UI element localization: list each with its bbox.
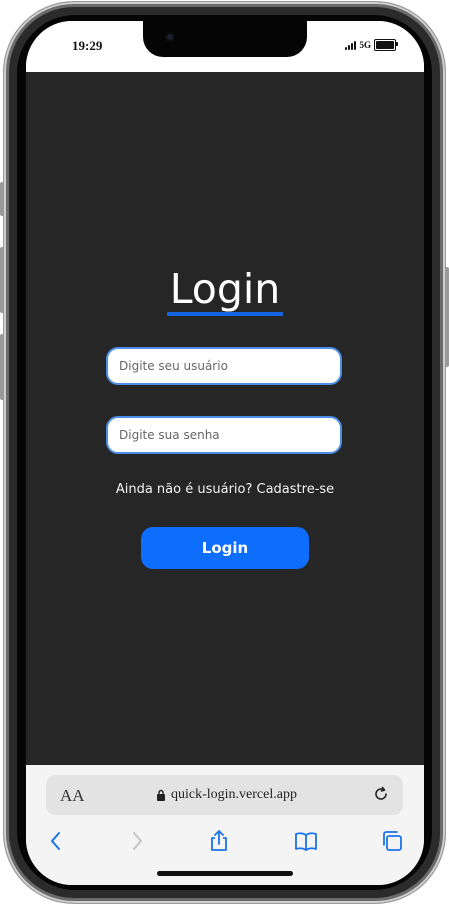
- username-input[interactable]: [106, 347, 342, 385]
- status-indicators: 5G: [345, 39, 398, 51]
- title-underline: [167, 312, 283, 316]
- volume-down-button: [0, 334, 4, 400]
- signal-icon: [345, 40, 357, 50]
- home-indicator: [157, 871, 293, 876]
- password-input[interactable]: [106, 416, 342, 454]
- url-text: quick-login.vercel.app: [171, 787, 297, 802]
- forward-icon[interactable]: [125, 829, 149, 853]
- status-bar: 19:29 5G: [26, 21, 424, 72]
- aa-label: AA: [60, 786, 85, 805]
- reader-options-button[interactable]: AA: [60, 786, 85, 806]
- signup-link[interactable]: Ainda não é usuário? Cadastre-se: [26, 482, 424, 497]
- silent-switch: [0, 182, 4, 216]
- status-time: 19:29: [72, 38, 103, 53]
- share-icon[interactable]: [207, 829, 231, 853]
- phone-screen: 19:29 5G Login Ainda não é usuário? Cada…: [26, 21, 424, 885]
- login-page: Login Ainda não é usuário? Cadastre-se L…: [26, 72, 424, 765]
- volume-up-button: [0, 247, 4, 313]
- notch: [143, 21, 307, 57]
- address-bar[interactable]: AA quick-login.vercel.app: [46, 775, 403, 815]
- battery-icon: [374, 39, 398, 51]
- bookmarks-icon[interactable]: [294, 829, 318, 853]
- back-icon[interactable]: [44, 829, 68, 853]
- page-title: Login: [169, 265, 281, 313]
- browser-toolbar: [26, 823, 424, 857]
- power-button: [445, 267, 449, 367]
- network-type: 5G: [359, 40, 371, 50]
- login-button[interactable]: Login: [141, 527, 309, 569]
- tabs-icon[interactable]: [380, 829, 404, 853]
- lock-icon: [157, 789, 165, 801]
- front-camera: [165, 32, 175, 42]
- url-display[interactable]: quick-login.vercel.app: [156, 787, 297, 803]
- reload-icon[interactable]: [372, 785, 390, 803]
- browser-bar: AA quick-login.vercel.app: [26, 765, 424, 885]
